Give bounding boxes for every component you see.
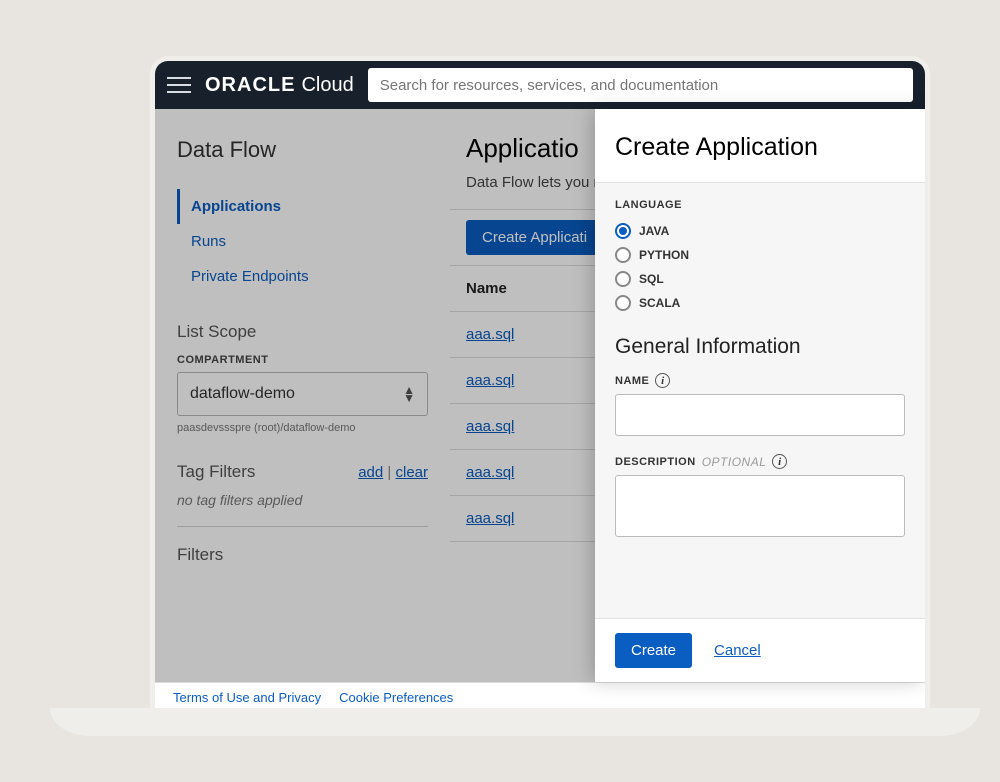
drawer-title: Create Application: [595, 109, 925, 182]
radio-python[interactable]: PYTHON: [615, 243, 905, 267]
language-label: LANGUAGE: [615, 199, 905, 211]
info-icon[interactable]: i: [772, 454, 787, 469]
create-button[interactable]: Create: [615, 633, 692, 668]
name-input[interactable]: [615, 394, 905, 436]
radio-label: PYTHON: [639, 248, 689, 262]
cookie-prefs-link[interactable]: Cookie Preferences: [339, 690, 453, 705]
laptop-base-decoration: [50, 708, 980, 736]
description-input[interactable]: [615, 475, 905, 537]
radio-icon: [615, 295, 631, 311]
search-input[interactable]: [368, 68, 913, 102]
radio-java[interactable]: JAVA: [615, 219, 905, 243]
radio-icon: [615, 247, 631, 263]
brand-strong: ORACLE: [205, 74, 295, 97]
radio-icon: [615, 271, 631, 287]
radio-icon: [615, 223, 631, 239]
hamburger-menu-icon[interactable]: [167, 73, 191, 97]
terms-link[interactable]: Terms of Use and Privacy: [173, 690, 321, 705]
info-icon[interactable]: i: [655, 373, 670, 388]
cancel-button[interactable]: Cancel: [714, 642, 761, 659]
radio-label: SCALA: [639, 296, 680, 310]
general-info-heading: General Information: [615, 335, 905, 359]
top-bar: ORACLE Cloud: [155, 61, 925, 109]
radio-sql[interactable]: SQL: [615, 267, 905, 291]
name-field-label: NAME: [615, 375, 649, 387]
description-field-label: DESCRIPTION: [615, 456, 696, 468]
radio-scala[interactable]: SCALA: [615, 291, 905, 315]
radio-label: SQL: [639, 272, 664, 286]
brand-light: Cloud: [301, 74, 353, 97]
brand-logo: ORACLE Cloud: [205, 74, 354, 97]
optional-tag: OPTIONAL: [702, 455, 767, 469]
radio-label: JAVA: [639, 224, 669, 238]
create-application-drawer: Create Application LANGUAGE JAVA PYTHON …: [595, 109, 925, 682]
